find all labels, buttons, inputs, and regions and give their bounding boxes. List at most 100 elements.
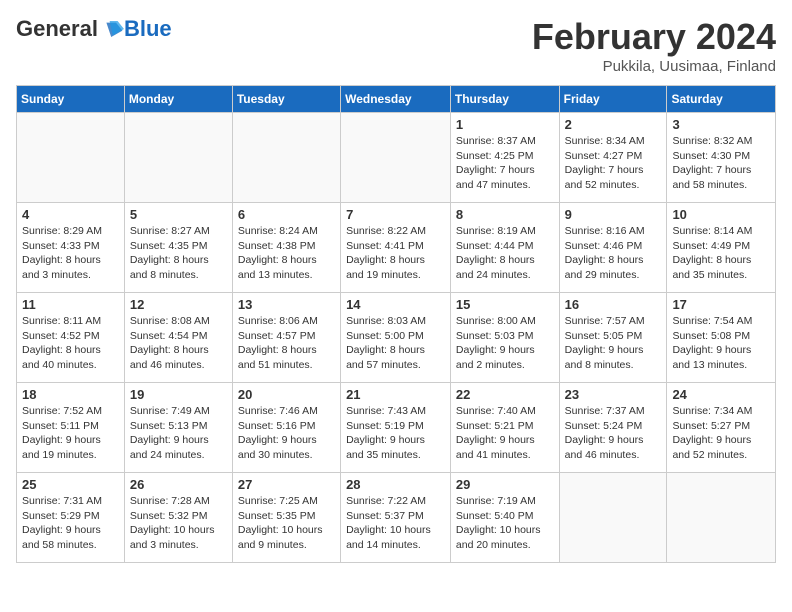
- day-info: Sunrise: 7:46 AM Sunset: 5:16 PM Dayligh…: [238, 404, 335, 463]
- day-number: 16: [565, 297, 662, 312]
- calendar-cell: 23 Sunrise: 7:37 AM Sunset: 5:24 PM Dayli…: [559, 383, 667, 473]
- week-row-4: 25Sunrise: 7:31 AM Sunset: 5:29 PM Dayli…: [17, 473, 776, 563]
- day-number: 15: [456, 297, 554, 312]
- title-area: February 2024 Pukkila, Uusimaa, Finland: [532, 16, 776, 75]
- calendar-cell: 22 Sunrise: 7:40 AM Sunset: 5:21 PM Dayli…: [450, 383, 559, 473]
- day-number: 24: [672, 387, 770, 402]
- day-number: 27: [238, 477, 335, 492]
- day-number: 7: [346, 207, 445, 222]
- day-number: 20: [238, 387, 335, 402]
- day-info: Sunrise: 8:16 AM Sunset: 4:46 PM Dayligh…: [565, 224, 662, 283]
- calendar-cell: 27 Sunrise: 7:25 AM Sunset: 5:35 PM Dayli…: [232, 473, 340, 563]
- logo: General Blue: [16, 16, 172, 42]
- calendar-cell: [232, 113, 340, 203]
- calendar-cell: 20 Sunrise: 7:46 AM Sunset: 5:16 PM Dayli…: [232, 383, 340, 473]
- day-number: 9: [565, 207, 662, 222]
- calendar-cell: 24 Sunrise: 7:34 AM Sunset: 5:27 PM Dayli…: [667, 383, 776, 473]
- day-number: 25: [22, 477, 119, 492]
- day-number: 29: [456, 477, 554, 492]
- logo-blue-text: Blue: [124, 16, 172, 42]
- day-info: Sunrise: 8:11 AM Sunset: 4:52 PM Dayligh…: [22, 314, 119, 373]
- logo-general-text: General: [16, 16, 98, 42]
- day-info: Sunrise: 8:22 AM Sunset: 4:41 PM Dayligh…: [346, 224, 445, 283]
- day-info: Sunrise: 7:43 AM Sunset: 5:19 PM Dayligh…: [346, 404, 445, 463]
- calendar-cell: 4 Sunrise: 8:29 AM Sunset: 4:33 PM Daylig…: [17, 203, 125, 293]
- calendar-cell: 12 Sunrise: 8:08 AM Sunset: 4:54 PM Dayli…: [124, 293, 232, 383]
- day-number: 6: [238, 207, 335, 222]
- weekday-header-row: SundayMondayTuesdayWednesdayThursdayFrid…: [17, 86, 776, 113]
- day-info: Sunrise: 7:19 AM Sunset: 5:40 PM Dayligh…: [456, 494, 554, 553]
- calendar-cell: 13 Sunrise: 8:06 AM Sunset: 4:57 PM Dayli…: [232, 293, 340, 383]
- calendar-cell: 6 Sunrise: 8:24 AM Sunset: 4:38 PM Daylig…: [232, 203, 340, 293]
- day-number: 17: [672, 297, 770, 312]
- calendar-cell: 9 Sunrise: 8:16 AM Sunset: 4:46 PM Daylig…: [559, 203, 667, 293]
- calendar-cell: 25Sunrise: 7:31 AM Sunset: 5:29 PM Dayli…: [17, 473, 125, 563]
- header: General Blue February 2024 Pukkila, Uusi…: [16, 16, 776, 75]
- day-info: Sunrise: 8:14 AM Sunset: 4:49 PM Dayligh…: [672, 224, 770, 283]
- day-number: 28: [346, 477, 445, 492]
- day-info: Sunrise: 8:06 AM Sunset: 4:57 PM Dayligh…: [238, 314, 335, 373]
- day-info: Sunrise: 8:32 AM Sunset: 4:30 PM Dayligh…: [672, 134, 770, 193]
- day-info: Sunrise: 7:54 AM Sunset: 5:08 PM Dayligh…: [672, 314, 770, 373]
- day-number: 18: [22, 387, 119, 402]
- day-info: Sunrise: 8:19 AM Sunset: 4:44 PM Dayligh…: [456, 224, 554, 283]
- day-info: Sunrise: 8:03 AM Sunset: 5:00 PM Dayligh…: [346, 314, 445, 373]
- day-number: 3: [672, 117, 770, 132]
- calendar-cell: 26 Sunrise: 7:28 AM Sunset: 5:32 PM Dayli…: [124, 473, 232, 563]
- calendar-cell: 11 Sunrise: 8:11 AM Sunset: 4:52 PM Dayli…: [17, 293, 125, 383]
- weekday-header-wednesday: Wednesday: [341, 86, 451, 113]
- day-info: Sunrise: 7:28 AM Sunset: 5:32 PM Dayligh…: [130, 494, 227, 553]
- day-info: Sunrise: 7:40 AM Sunset: 5:21 PM Dayligh…: [456, 404, 554, 463]
- calendar-cell: 16 Sunrise: 7:57 AM Sunset: 5:05 PM Dayli…: [559, 293, 667, 383]
- calendar-cell: 21 Sunrise: 7:43 AM Sunset: 5:19 PM Dayli…: [341, 383, 451, 473]
- week-row-2: 11 Sunrise: 8:11 AM Sunset: 4:52 PM Dayli…: [17, 293, 776, 383]
- day-number: 5: [130, 207, 227, 222]
- day-info: Sunrise: 8:34 AM Sunset: 4:27 PM Dayligh…: [565, 134, 662, 193]
- weekday-header-thursday: Thursday: [450, 86, 559, 113]
- calendar-cell: 14Sunrise: 8:03 AM Sunset: 5:00 PM Dayli…: [341, 293, 451, 383]
- week-row-3: 18Sunrise: 7:52 AM Sunset: 5:11 PM Dayli…: [17, 383, 776, 473]
- day-number: 1: [456, 117, 554, 132]
- day-info: Sunrise: 8:00 AM Sunset: 5:03 PM Dayligh…: [456, 314, 554, 373]
- day-info: Sunrise: 8:24 AM Sunset: 4:38 PM Dayligh…: [238, 224, 335, 283]
- calendar-cell: 10 Sunrise: 8:14 AM Sunset: 4:49 PM Dayli…: [667, 203, 776, 293]
- day-info: Sunrise: 8:08 AM Sunset: 4:54 PM Dayligh…: [130, 314, 227, 373]
- day-info: Sunrise: 7:25 AM Sunset: 5:35 PM Dayligh…: [238, 494, 335, 553]
- day-number: 23: [565, 387, 662, 402]
- weekday-header-friday: Friday: [559, 86, 667, 113]
- calendar-cell: 3 Sunrise: 8:32 AM Sunset: 4:30 PM Daylig…: [667, 113, 776, 203]
- day-number: 11: [22, 297, 119, 312]
- day-number: 22: [456, 387, 554, 402]
- calendar-cell: 7 Sunrise: 8:22 AM Sunset: 4:41 PM Daylig…: [341, 203, 451, 293]
- calendar-cell: 19Sunrise: 7:49 AM Sunset: 5:13 PM Dayli…: [124, 383, 232, 473]
- day-info: Sunrise: 8:27 AM Sunset: 4:35 PM Dayligh…: [130, 224, 227, 283]
- day-number: 8: [456, 207, 554, 222]
- calendar-cell: 29 Sunrise: 7:19 AM Sunset: 5:40 PM Dayli…: [450, 473, 559, 563]
- day-number: 12: [130, 297, 227, 312]
- weekday-header-tuesday: Tuesday: [232, 86, 340, 113]
- day-info: Sunrise: 8:37 AM Sunset: 4:25 PM Dayligh…: [456, 134, 554, 193]
- logo-icon: [100, 17, 124, 41]
- weekday-header-monday: Monday: [124, 86, 232, 113]
- day-number: 19: [130, 387, 227, 402]
- weekday-header-sunday: Sunday: [17, 86, 125, 113]
- calendar-cell: 18Sunrise: 7:52 AM Sunset: 5:11 PM Dayli…: [17, 383, 125, 473]
- week-row-0: 1 Sunrise: 8:37 AM Sunset: 4:25 PM Daylig…: [17, 113, 776, 203]
- day-info: Sunrise: 7:34 AM Sunset: 5:27 PM Dayligh…: [672, 404, 770, 463]
- calendar-cell: 5 Sunrise: 8:27 AM Sunset: 4:35 PM Daylig…: [124, 203, 232, 293]
- calendar-cell: 1 Sunrise: 8:37 AM Sunset: 4:25 PM Daylig…: [450, 113, 559, 203]
- day-info: Sunrise: 7:22 AM Sunset: 5:37 PM Dayligh…: [346, 494, 445, 553]
- day-number: 10: [672, 207, 770, 222]
- calendar-cell: 15 Sunrise: 8:00 AM Sunset: 5:03 PM Dayli…: [450, 293, 559, 383]
- day-info: Sunrise: 7:57 AM Sunset: 5:05 PM Dayligh…: [565, 314, 662, 373]
- day-number: 4: [22, 207, 119, 222]
- day-number: 21: [346, 387, 445, 402]
- calendar-cell: [341, 113, 451, 203]
- day-number: 13: [238, 297, 335, 312]
- day-info: Sunrise: 8:29 AM Sunset: 4:33 PM Dayligh…: [22, 224, 119, 283]
- day-number: 26: [130, 477, 227, 492]
- week-row-1: 4 Sunrise: 8:29 AM Sunset: 4:33 PM Daylig…: [17, 203, 776, 293]
- calendar-cell: 28 Sunrise: 7:22 AM Sunset: 5:37 PM Dayli…: [341, 473, 451, 563]
- day-info: Sunrise: 7:37 AM Sunset: 5:24 PM Dayligh…: [565, 404, 662, 463]
- calendar-cell: 8 Sunrise: 8:19 AM Sunset: 4:44 PM Daylig…: [450, 203, 559, 293]
